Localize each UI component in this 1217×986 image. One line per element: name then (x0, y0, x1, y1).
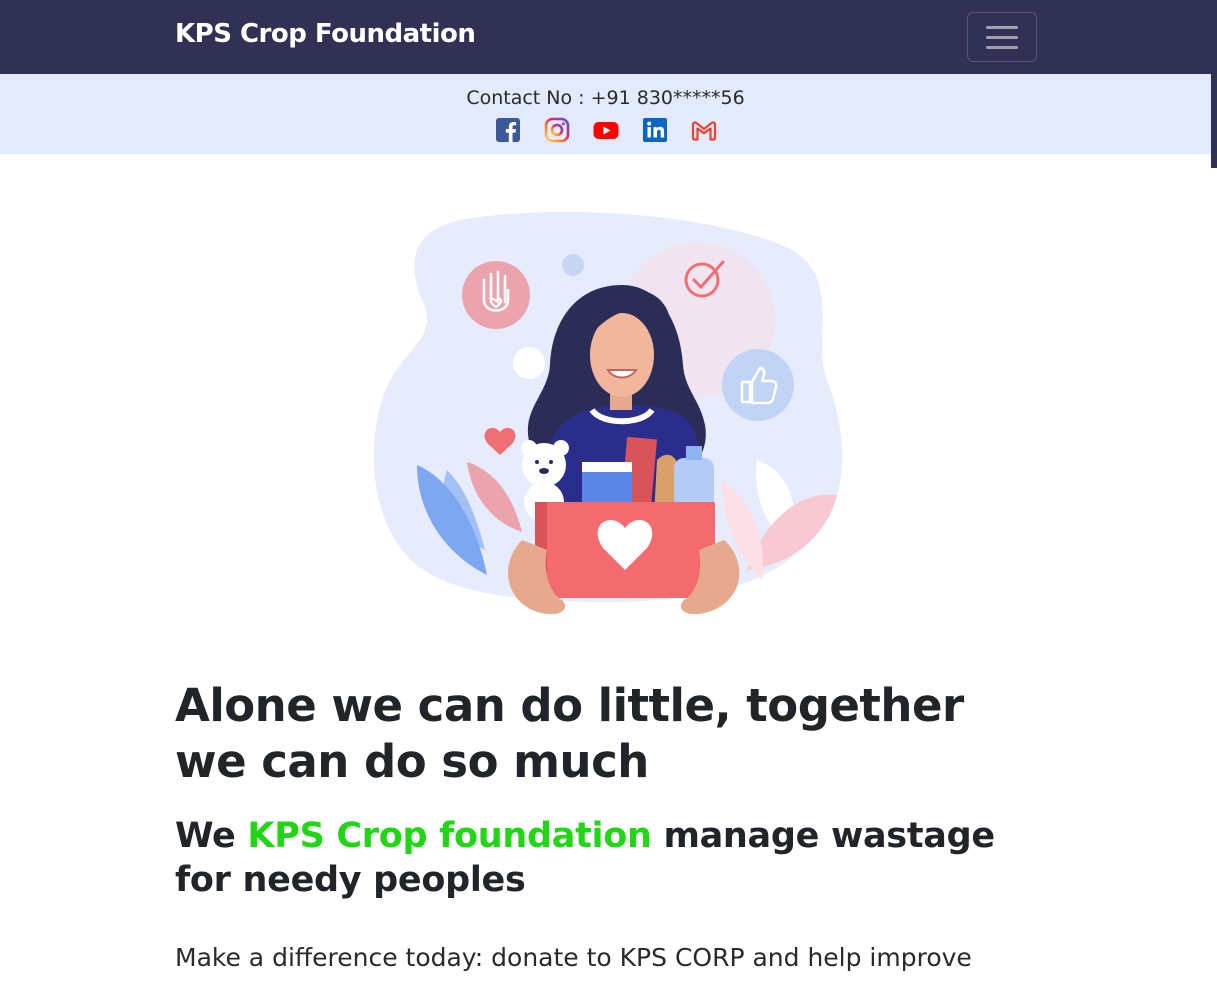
gmail-icon[interactable] (691, 117, 717, 143)
subhead-prefix: We (175, 816, 248, 856)
contact-number: Contact No : +91 830*****56 (466, 87, 745, 109)
page-headline: Alone we can do little, together we can … (175, 679, 964, 788)
navbar-toggler-button[interactable] (967, 12, 1037, 62)
instagram-icon[interactable] (544, 117, 570, 143)
linkedin-icon[interactable] (642, 117, 668, 143)
youtube-icon[interactable] (593, 117, 619, 143)
contact-bar: Contact No : +91 830*****56 (0, 74, 1211, 154)
scrollbar-edge (1211, 74, 1217, 168)
facebook-icon[interactable] (495, 117, 521, 143)
navbar-brand[interactable]: KPS Crop Foundation (175, 19, 476, 49)
hamburger-menu-icon-bar (986, 45, 1018, 49)
body-paragraph: Make a difference today: donate to KPS C… (175, 943, 972, 972)
woman-holding-donation-box-illustration (373, 212, 843, 615)
top-navbar: KPS Crop Foundation (0, 0, 1217, 74)
subhead-accent: KPS Crop foundation (247, 816, 652, 856)
hamburger-menu-icon-bar (986, 25, 1018, 29)
page-subheading: We KPS Crop foundation manage wastage fo… (175, 814, 1035, 902)
hamburger-menu-icon-bar (986, 35, 1018, 39)
social-links (0, 117, 1211, 143)
